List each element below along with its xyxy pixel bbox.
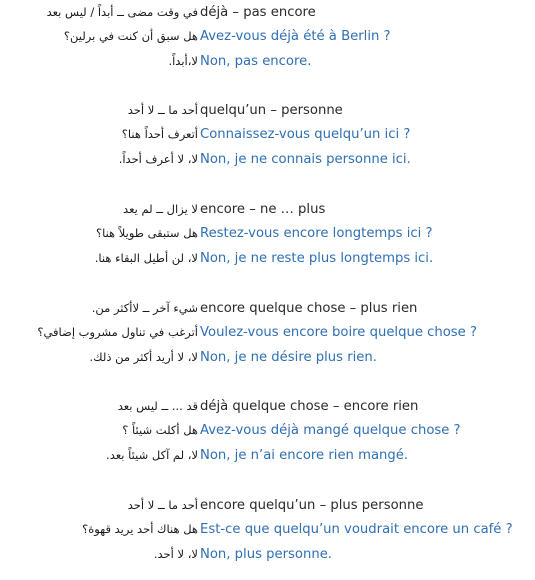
french-answer: Non, je ne reste plus longtemps ici.: [200, 250, 434, 266]
french-question: Est-ce que quelqu’un voudrait encore un …: [200, 522, 513, 538]
arabic-text: أحد ما ــ لا أحد: [127, 103, 198, 117]
phrase-group: قد ... ــ ليس بعد déjà quelque chose – e…: [0, 396, 535, 469]
phrase-group: لا يزال ــ لم يعد encore – ne … plus هل …: [0, 199, 535, 272]
arabic-text: أتعرف أحداً هنا؟: [121, 127, 198, 142]
arabic-text: هل هناك أحد يريد قهوة؟: [82, 522, 198, 537]
french-heading: déjà quelque chose – encore rien: [200, 399, 419, 414]
phrase-group: في وقت مضى ــ أبداً / ليس بعد déjà – pas…: [0, 2, 535, 75]
arabic-text: لا يزال ــ لم يعد: [123, 202, 198, 216]
heading-line: في وقت مضى ــ أبداً / ليس بعد déjà – pas…: [0, 2, 535, 26]
french-answer: Non, pas encore.: [200, 53, 312, 69]
arabic-text: لا، لا أحد.: [153, 546, 198, 561]
question-line: أتعرف أحداً هنا؟ Connaissez-vous quelqu’…: [0, 124, 535, 148]
heading-line: أحد ما ــ لا أحد encore quelqu’un – plus…: [0, 495, 535, 519]
french-answer: Non, je ne connais personne ici.: [200, 151, 411, 167]
answer-line: لا، لا أريد أكثر من ذلك. Non, je ne dési…: [0, 347, 535, 371]
french-heading: encore quelque chose – plus rien: [200, 301, 418, 316]
question-line: هل ستبقى طويلاً هنا؟ Restez-vous encore …: [0, 223, 535, 247]
arabic-text: أترغب في تناول مشروب إضافي؟: [37, 325, 198, 340]
arabic-text: هل سبق أن كنت في برلين؟: [63, 29, 198, 44]
arabic-text: لا، لم آكل شيئاً بعد.: [106, 447, 198, 462]
french-question: Connaissez-vous quelqu’un ici ?: [200, 127, 411, 143]
heading-line: شيء آخر ــ لاأكثر من. encore quelque cho…: [0, 298, 535, 322]
arabic-text: في وقت مضى ــ أبداً / ليس بعد: [46, 5, 198, 19]
arabic-text: شيء آخر ــ لاأكثر من.: [91, 301, 198, 315]
question-line: هل سبق أن كنت في برلين؟ Avez-vous déjà é…: [0, 26, 535, 50]
arabic-text: قد ... ــ ليس بعد: [117, 399, 198, 413]
french-answer: Non, je ne désire plus rien.: [200, 349, 377, 365]
french-heading: déjà – pas encore: [200, 5, 316, 20]
question-line: هل هناك أحد يريد قهوة؟ Est-ce que quelqu…: [0, 519, 535, 543]
heading-line: أحد ما ــ لا أحد quelqu’un – personne: [0, 100, 535, 124]
answer-line: لا، لن أطيل البقاء هنا. Non, je ne reste…: [0, 248, 535, 272]
french-answer: Non, plus personne.: [200, 546, 332, 562]
question-line: هل أكلت شيئاً ؟ Avez-vous déjà mangé que…: [0, 420, 535, 444]
heading-line: لا يزال ــ لم يعد encore – ne … plus: [0, 199, 535, 223]
french-question: Avez-vous déjà été à Berlin ?: [200, 29, 391, 45]
french-heading: encore quelqu’un – plus personne: [200, 498, 424, 513]
french-heading: quelqu’un – personne: [200, 103, 343, 118]
arabic-text: هل أكلت شيئاً ؟: [122, 423, 198, 438]
phrase-group: أحد ما ــ لا أحد quelqu’un – personne أت…: [0, 100, 535, 173]
phrase-group: شيء آخر ــ لاأكثر من. encore quelque cho…: [0, 298, 535, 371]
french-answer: Non, je n’ai encore rien mangé.: [200, 447, 409, 463]
arabic-text: لا، لن أطيل البقاء هنا.: [94, 250, 198, 265]
answer-line: لا، لم آكل شيئاً بعد. Non, je n’ai encor…: [0, 445, 535, 469]
answer-line: لا، لا أعرف أحداً. Non, je ne connais pe…: [0, 149, 535, 173]
answer-line: لا، لا أحد. Non, plus personne.: [0, 544, 535, 568]
french-question: Restez-vous encore longtemps ici ?: [200, 226, 433, 242]
phrase-group: أحد ما ــ لا أحد encore quelqu’un – plus…: [0, 495, 535, 568]
arabic-text: أحد ما ــ لا أحد: [127, 498, 198, 512]
arabic-text: لا، لا أعرف أحداً.: [118, 151, 198, 166]
answer-line: لا،أبداً. Non, pas encore.: [0, 51, 535, 75]
phrase-list: في وقت مضى ــ أبداً / ليس بعد déjà – pas…: [0, 0, 535, 580]
question-line: أترغب في تناول مشروب إضافي؟ Voulez-vous …: [0, 322, 535, 346]
arabic-text: لا، لا أريد أكثر من ذلك.: [89, 349, 198, 364]
arabic-text: لا،أبداً.: [168, 53, 198, 68]
french-question: Avez-vous déjà mangé quelque chose ?: [200, 423, 461, 439]
arabic-text: هل ستبقى طويلاً هنا؟: [95, 226, 198, 241]
french-heading: encore – ne … plus: [200, 202, 326, 217]
french-question: Voulez-vous encore boire quelque chose ?: [200, 325, 477, 341]
heading-line: قد ... ــ ليس بعد déjà quelque chose – e…: [0, 396, 535, 420]
